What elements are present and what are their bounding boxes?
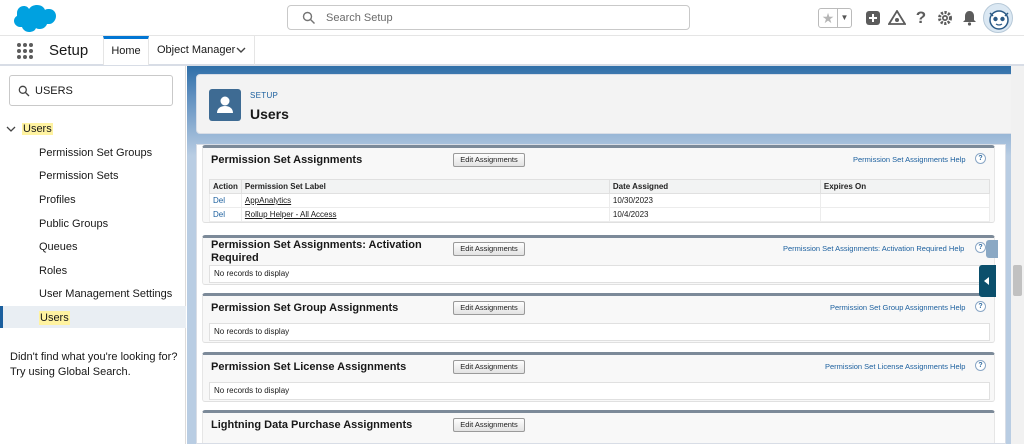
section-title-line2: Required [211,252,259,264]
edit-assignments-button[interactable]: Edit Assignments [453,360,525,374]
tab-object-manager[interactable]: Object Manager [149,36,255,65]
date-assigned-cell: 10/30/2023 [608,193,821,208]
section-permission-set-assignments: Permission Set Assignments Edit Assignme… [202,145,995,223]
search-icon [18,85,30,97]
tab-home[interactable]: Home [103,36,149,65]
sidebar-item-permission-set-groups[interactable]: Permission Set Groups [39,146,152,160]
help-link[interactable]: Permission Set Assignments Help [853,155,966,164]
table-row: Del Rollup Helper - All Access 10/4/2023 [209,207,991,222]
sidebar-selected-indicator [0,306,186,328]
column-header-expires-on: Expires On [819,179,991,194]
edit-assignments-button[interactable]: Edit Assignments [453,242,525,256]
permission-set-link[interactable]: AppAnalytics [245,196,291,205]
permission-set-link[interactable]: Rollup Helper - All Access [245,210,337,219]
help-question-icon[interactable]: ? [975,301,986,312]
side-panel-toggle[interactable] [986,240,998,258]
delete-link[interactable]: Del [213,196,225,205]
no-records-message: No records to display [209,382,990,400]
page-title: Users [250,106,289,122]
favorites-star-icon[interactable]: ★ [819,9,837,27]
favorites-dropdown-icon[interactable]: ▼ [837,9,851,27]
sidebar-footer: Didn't find what you're looking for? Try… [10,350,180,380]
sidebar-item-roles[interactable]: Roles [39,264,67,278]
column-header-action: Action [209,179,242,194]
search-icon [302,11,315,24]
date-assigned-cell: 10/4/2023 [608,207,821,222]
favorites-button[interactable]: ★ ▼ [818,8,852,28]
user-detail-related-lists: Permission Set Assignments Edit Assignme… [196,144,1006,444]
no-records-message: No records to display [209,265,990,283]
edit-assignments-button[interactable]: Edit Assignments [453,153,525,167]
sidebar-footer-line2: Try using Global Search. [10,366,131,378]
section-title: Permission Set Group Assignments [211,302,399,314]
column-header-date-assigned: Date Assigned [608,179,821,194]
edit-assignments-button[interactable]: Edit Assignments [453,418,525,432]
section-lightning-data-purchase-assignments: Lightning Data Purchase Assignments Edit… [202,410,995,443]
trailhead-icon[interactable] [885,6,909,30]
setup-sidebar: Users Permission Set Groups Permission S… [0,66,186,444]
table-row: Del AppAnalytics 10/30/2023 [209,193,991,208]
help-link[interactable]: Permission Set License Assignments Help [825,362,965,371]
vertical-scrollbar[interactable] [1011,66,1024,444]
section-title: Permission Set Assignments [211,154,363,166]
sidebar-item-public-groups[interactable]: Public Groups [39,217,108,231]
help-question-icon[interactable]: ? [975,242,986,253]
global-search-box[interactable] [287,5,690,30]
help-link[interactable]: Permission Set Assignments: Activation R… [783,244,964,253]
scrollbar-thumb[interactable] [1013,265,1022,296]
app-navigation-bar: Setup Home Object Manager [0,36,1024,66]
collapse-panel-tab[interactable] [979,265,996,297]
users-icon [209,89,241,121]
delete-link[interactable]: Del [213,210,225,219]
tab-home-label: Home [111,45,141,57]
header-utility-icons: ★ ▼ ? [818,6,981,30]
help-link[interactable]: Permission Set Group Assignments Help [830,303,965,312]
tree-node-users-label: Users [22,123,53,135]
quick-find-box[interactable] [9,75,173,106]
section-title: Lightning Data Purchase Assignments [211,419,413,431]
help-question-icon[interactable]: ? [975,153,986,164]
section-title: Permission Set Assignments: Activation R… [211,239,422,265]
section-activation-required: Permission Set Assignments: Activation R… [202,235,995,285]
notifications-bell-icon[interactable] [957,6,981,30]
quick-find-input[interactable] [35,83,165,99]
help-icon[interactable]: ? [909,6,933,30]
sidebar-footer-line1: Didn't find what you're looking for? [10,351,178,363]
help-question-icon[interactable]: ? [975,360,986,371]
global-header: ★ ▼ ? [0,0,1024,36]
sidebar-item-queues[interactable]: Queues [39,240,78,254]
no-records-message: No records to display [209,323,990,341]
expires-on-cell [819,207,991,222]
permission-set-assignments-table: Action Permission Set Label Date Assigne… [209,179,991,222]
chevron-down-icon[interactable] [236,47,246,54]
user-avatar[interactable] [983,3,1013,33]
tree-node-users[interactable]: Users [6,122,53,136]
chevron-down-icon[interactable] [6,125,16,133]
section-title: Permission Set License Assignments [211,361,407,373]
column-header-permission-set-label: Permission Set Label [240,179,610,194]
salesforce-logo-icon[interactable] [10,3,56,33]
sidebar-item-permission-sets[interactable]: Permission Sets [39,169,118,183]
main-content-area: SETUP Users Permission Set Assignments E… [187,66,1024,444]
page-kicker: SETUP [250,91,279,100]
edit-assignments-button[interactable]: Edit Assignments [453,301,525,315]
app-launcher-waffle-icon[interactable] [16,42,34,60]
section-title-line1: Permission Set Assignments: Activation [211,239,422,251]
page-header: SETUP Users [196,74,1015,134]
app-name: Setup [49,42,89,59]
table-header-row: Action Permission Set Label Date Assigne… [209,179,991,194]
sidebar-item-users[interactable]: Users [39,311,70,325]
section-permission-set-license-assignments: Permission Set License Assignments Edit … [202,352,995,402]
sidebar-item-profiles[interactable]: Profiles [39,193,76,207]
global-search-input[interactable] [326,9,676,27]
gear-icon[interactable] [933,6,957,30]
sidebar-item-user-management-settings[interactable]: User Management Settings [39,287,172,301]
tab-object-manager-label: Object Manager [157,44,236,56]
expires-on-cell [819,193,991,208]
global-actions-add-icon[interactable] [861,6,885,30]
chevron-left-icon [984,277,989,285]
section-permission-set-group-assignments: Permission Set Group Assignments Edit As… [202,293,995,343]
